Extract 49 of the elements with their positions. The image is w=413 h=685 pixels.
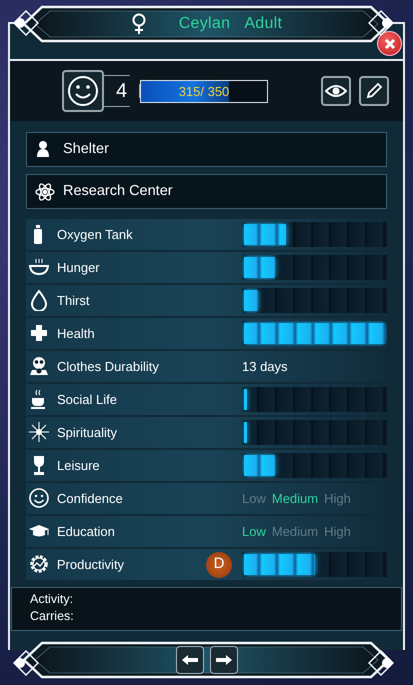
stat-value: 13 days: [242, 358, 289, 376]
location-field[interactable]: Research Center: [26, 174, 387, 209]
stat-label: Leisure: [57, 456, 101, 475]
starburst-icon: [29, 422, 49, 443]
stat-label: Health: [57, 324, 96, 343]
bowl-icon: [29, 257, 49, 278]
pencil-icon: [365, 82, 383, 100]
smiley-icon: [29, 488, 49, 509]
mood-button[interactable]: [62, 70, 104, 112]
stat-label: Education: [57, 522, 116, 541]
stat-label: Productivity: [56, 556, 126, 574]
stat-label: Confidence: [57, 490, 124, 508]
level-option: High: [324, 488, 351, 508]
atom-icon: [35, 182, 55, 202]
stat-label: Spirituality: [57, 424, 118, 442]
gear-icon: [28, 554, 49, 575]
level-option: High: [324, 522, 351, 542]
level-number: 4: [104, 75, 140, 107]
eye-icon: [325, 84, 347, 98]
right-arrow-icon: [214, 654, 232, 666]
age-group: Adult: [244, 12, 282, 36]
plus-icon: [29, 323, 49, 344]
location-label: Shelter: [63, 140, 109, 159]
grade-badge: D: [206, 552, 232, 578]
stat-label: Thirst: [57, 292, 90, 310]
location-label: Research Center: [63, 182, 173, 201]
level-option: Low: [242, 522, 266, 542]
close-icon: [384, 38, 396, 50]
previous-button[interactable]: [176, 646, 204, 674]
stat-label: Oxygen Tank: [57, 226, 134, 244]
activity-label: Activity:: [30, 591, 74, 608]
female-symbol-icon: [130, 13, 147, 35]
water-drop-icon: [29, 290, 49, 311]
experience-text: 315/ 350: [178, 82, 230, 100]
view-button[interactable]: [321, 76, 351, 106]
character-name: Ceylan: [178, 14, 230, 34]
gas-mask-icon: [29, 356, 49, 377]
edit-button[interactable]: [359, 76, 389, 106]
level-option: Low: [242, 488, 266, 508]
next-button[interactable]: [210, 646, 238, 674]
level-option: Medium: [272, 522, 318, 542]
carries-label: Carries:: [30, 608, 75, 625]
stat-label: Clothes Durability: [57, 358, 160, 376]
smiley-icon: [67, 75, 99, 107]
level-option: Medium: [272, 488, 318, 508]
stat-label: Social Life: [57, 390, 118, 409]
location-field[interactable]: Shelter: [26, 132, 387, 167]
left-arrow-icon: [180, 654, 198, 666]
stat-label: Hunger: [57, 258, 101, 277]
